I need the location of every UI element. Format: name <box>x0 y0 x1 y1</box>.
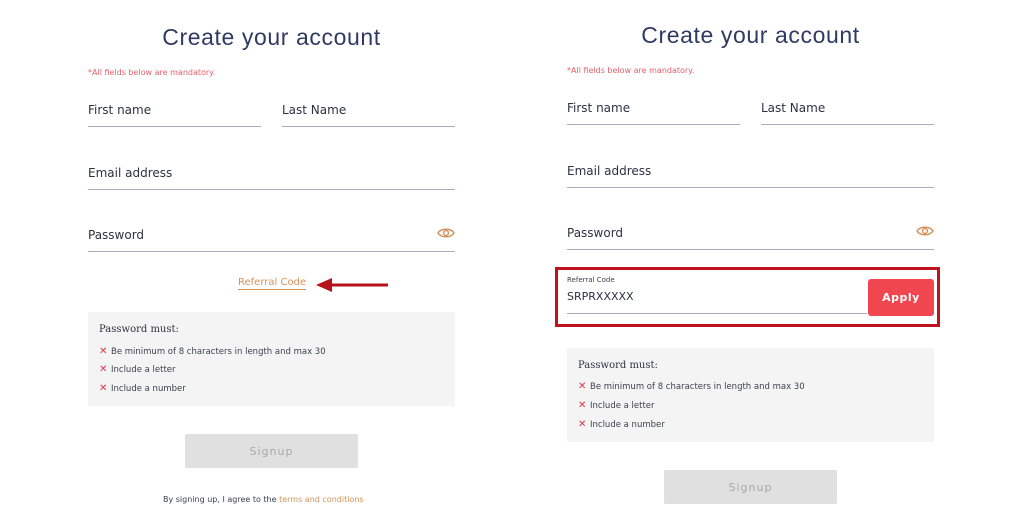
referral-code-field[interactable]: Referral Code SRPRXXXXX <box>567 276 867 314</box>
first-name-placeholder: First name <box>567 101 631 115</box>
terms-link[interactable]: terms and conditions <box>279 495 363 504</box>
rule-item: ✕ Be minimum of 8 characters in length a… <box>578 381 805 392</box>
email-field[interactable]: Email address <box>567 156 934 188</box>
rules-heading: Password must: <box>99 324 179 335</box>
rule-text: Include a number <box>590 419 665 430</box>
signup-form-left: Create your account *All fields below ar… <box>88 0 455 523</box>
left-arrow-icon <box>316 278 388 292</box>
signup-button[interactable]: Signup <box>185 434 358 468</box>
rule-item: ✕ Be minimum of 8 characters in length a… <box>99 346 326 357</box>
first-name-field[interactable]: First name <box>567 93 740 125</box>
terms-prefix: By signing up, I agree to the <box>163 495 277 504</box>
last-name-field[interactable]: Last Name <box>761 93 934 125</box>
signup-form-right: Create your account *All fields below ar… <box>555 0 940 523</box>
referral-code-link[interactable]: Referral Code <box>238 277 307 290</box>
rule-item: ✕ Include a number <box>99 383 186 394</box>
x-mark-icon: ✕ <box>578 381 587 392</box>
rule-text: Include a number <box>111 383 186 394</box>
mandatory-note: *All fields below are mandatory. <box>88 68 216 77</box>
terms-notice: By signing up, I agree to the terms and … <box>163 495 364 504</box>
last-name-placeholder: Last Name <box>761 101 826 115</box>
password-rules: Password must: ✕ Be minimum of 8 charact… <box>567 348 934 442</box>
eye-icon[interactable] <box>437 226 455 240</box>
password-placeholder: Password <box>567 226 624 240</box>
last-name-field[interactable]: Last Name <box>282 95 455 127</box>
email-field[interactable]: Email address <box>88 158 455 190</box>
rule-item: ✕ Include a letter <box>99 364 176 375</box>
apply-button[interactable]: Apply <box>868 279 934 316</box>
rule-text: Be minimum of 8 characters in length and… <box>111 346 326 357</box>
first-name-placeholder: First name <box>88 103 152 117</box>
x-mark-icon: ✕ <box>578 419 587 430</box>
password-field[interactable]: Password <box>88 220 455 252</box>
first-name-field[interactable]: First name <box>88 95 261 127</box>
rules-heading: Password must: <box>578 360 658 371</box>
x-mark-icon: ✕ <box>99 364 108 375</box>
password-field[interactable]: Password <box>567 218 934 250</box>
rule-item: ✕ Include a letter <box>578 400 655 411</box>
referral-code-label: Referral Code <box>567 276 615 284</box>
rule-text: Include a letter <box>111 364 176 375</box>
x-mark-icon: ✕ <box>99 346 108 357</box>
rule-text: Be minimum of 8 characters in length and… <box>590 381 805 392</box>
x-mark-icon: ✕ <box>99 383 108 394</box>
signup-button[interactable]: Signup <box>664 470 837 504</box>
email-placeholder: Email address <box>567 164 652 178</box>
page-title: Create your account <box>162 24 381 50</box>
email-placeholder: Email address <box>88 166 173 180</box>
eye-icon[interactable] <box>916 224 934 238</box>
mandatory-note: *All fields below are mandatory. <box>567 66 695 75</box>
rule-text: Include a letter <box>590 400 655 411</box>
last-name-placeholder: Last Name <box>282 103 347 117</box>
referral-code-value: SRPRXXXXX <box>567 290 634 303</box>
x-mark-icon: ✕ <box>578 400 587 411</box>
page-title: Create your account <box>641 22 860 48</box>
rule-item: ✕ Include a number <box>578 419 665 430</box>
password-rules: Password must: ✕ Be minimum of 8 charact… <box>88 312 455 406</box>
password-placeholder: Password <box>88 228 145 242</box>
